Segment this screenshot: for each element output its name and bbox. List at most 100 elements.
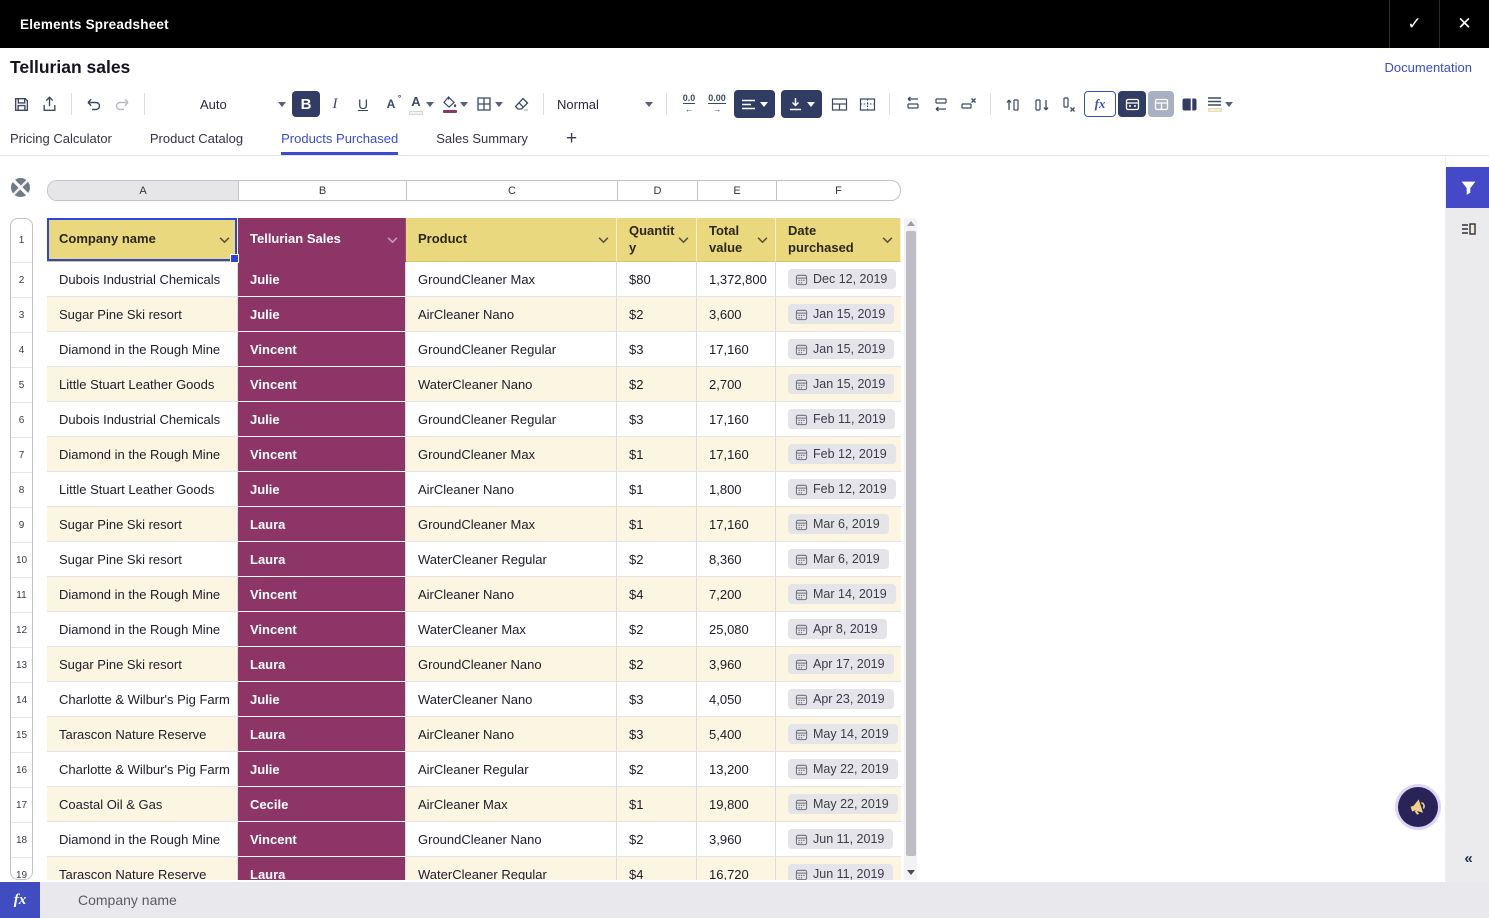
cell-date-purchased[interactable]: Feb 11, 2019 <box>776 402 901 437</box>
panel-toggle-button[interactable] <box>1446 208 1489 250</box>
cell-date-purchased[interactable]: May 22, 2019 <box>776 752 901 787</box>
cell-product[interactable]: GroundCleaner Max <box>406 262 617 297</box>
tab-sales-summary[interactable]: Sales Summary <box>436 122 528 155</box>
cell-quantity[interactable]: $2 <box>617 822 697 857</box>
save-button[interactable] <box>8 91 34 117</box>
date-pill[interactable]: Mar 14, 2019 <box>788 584 896 604</box>
documentation-link[interactable]: Documentation <box>1385 60 1472 75</box>
cell-sales-rep[interactable]: Laura <box>238 647 406 682</box>
row-header[interactable]: 14 <box>11 683 32 718</box>
cell-date-purchased[interactable]: Mar 14, 2019 <box>776 577 901 612</box>
cell-sales-rep[interactable]: Vincent <box>238 332 406 367</box>
share-button[interactable] <box>36 91 62 117</box>
row-header[interactable]: 1 <box>11 219 32 263</box>
cell-company[interactable]: Diamond in the Rough Mine <box>47 437 238 472</box>
cell-product[interactable]: WaterCleaner Regular <box>406 857 617 880</box>
cell-quantity[interactable]: $2 <box>617 542 697 577</box>
date-pill[interactable]: Jan 15, 2019 <box>788 374 894 394</box>
borders-button[interactable] <box>473 96 506 112</box>
cell-company[interactable]: Sugar Pine Ski resort <box>47 647 238 682</box>
cell-product[interactable]: AirCleaner Nano <box>406 472 617 507</box>
cell-total-value[interactable]: 1,800 <box>697 472 776 507</box>
cell-company[interactable]: Tarascon Nature Reserve <box>47 717 238 752</box>
horizontal-align-button[interactable] <box>734 90 775 118</box>
cell-sales-rep[interactable]: Julie <box>238 402 406 437</box>
cell-date-purchased[interactable]: Feb 12, 2019 <box>776 437 901 472</box>
row-header[interactable]: 16 <box>11 753 32 788</box>
row-header[interactable]: 17 <box>11 788 32 823</box>
row-header[interactable]: 3 <box>11 298 32 333</box>
date-pill[interactable]: May 14, 2019 <box>788 724 898 744</box>
header-cell-product[interactable]: Product <box>406 218 617 262</box>
cell-product[interactable]: GroundCleaner Nano <box>406 822 617 857</box>
cell-date-purchased[interactable]: May 14, 2019 <box>776 717 901 752</box>
bold-button[interactable]: B <box>292 91 320 117</box>
undo-button[interactable] <box>81 91 107 117</box>
date-pill[interactable]: Apr 8, 2019 <box>788 619 887 639</box>
header-row-toggle-button[interactable] <box>1118 91 1146 117</box>
cell-sales-rep[interactable]: Vincent <box>238 577 406 612</box>
cell-company[interactable]: Little Stuart Leather Goods <box>47 472 238 507</box>
cell-sales-rep[interactable]: Julie <box>238 297 406 332</box>
cell-style-select[interactable]: Normal <box>553 97 657 112</box>
date-pill[interactable]: Apr 23, 2019 <box>788 689 894 709</box>
cell-sales-rep[interactable]: Julie <box>238 262 406 297</box>
cell-sales-rep[interactable]: Vincent <box>238 367 406 402</box>
row-header[interactable]: 5 <box>11 368 32 403</box>
cell-quantity[interactable]: $4 <box>617 857 697 880</box>
cell-date-purchased[interactable]: Apr 17, 2019 <box>776 647 901 682</box>
row-header[interactable]: 13 <box>11 648 32 683</box>
cell-company[interactable]: Dubois Industrial Chemicals <box>47 262 238 297</box>
cell-company[interactable]: Sugar Pine Ski resort <box>47 507 238 542</box>
row-header[interactable]: 7 <box>11 438 32 473</box>
cell-company[interactable]: Sugar Pine Ski resort <box>47 297 238 332</box>
cell-product[interactable]: AirCleaner Regular <box>406 752 617 787</box>
cell-product[interactable]: AirCleaner Nano <box>406 297 617 332</box>
cell-date-purchased[interactable]: Feb 12, 2019 <box>776 472 901 507</box>
increase-decimal-button[interactable]: 0.00→ <box>704 91 730 117</box>
column-header-e[interactable]: E <box>698 181 777 200</box>
vertical-align-button[interactable] <box>781 90 822 118</box>
filter-button[interactable] <box>1446 167 1489 208</box>
row-header[interactable]: 19 <box>11 858 32 880</box>
collapse-panel-button[interactable]: « <box>1446 846 1489 870</box>
date-pill[interactable]: Feb 12, 2019 <box>788 479 896 499</box>
cell-product[interactable]: AirCleaner Nano <box>406 717 617 752</box>
cell-date-purchased[interactable]: Dec 12, 2019 <box>776 262 901 297</box>
date-pill[interactable]: Feb 11, 2019 <box>788 409 895 429</box>
cell-company[interactable]: Diamond in the Rough Mine <box>47 612 238 647</box>
cell-quantity[interactable]: $3 <box>617 682 697 717</box>
date-pill[interactable]: May 22, 2019 <box>788 759 898 779</box>
cell-date-purchased[interactable]: Apr 8, 2019 <box>776 612 901 647</box>
cell-company[interactable]: Diamond in the Rough Mine <box>47 577 238 612</box>
cell-date-purchased[interactable]: Jun 11, 2019 <box>776 822 901 857</box>
row-header[interactable]: 6 <box>11 403 32 438</box>
header-cell-date-purchased[interactable]: Date purchased <box>776 218 901 262</box>
cell-sales-rep[interactable]: Julie <box>238 472 406 507</box>
column-header-b[interactable]: B <box>239 181 407 200</box>
cell-quantity[interactable]: $3 <box>617 402 697 437</box>
cell-total-value[interactable]: 2,700 <box>697 367 776 402</box>
date-pill[interactable]: Mar 6, 2019 <box>788 514 889 534</box>
header-column-toggle-button[interactable] <box>1176 91 1202 117</box>
cell-quantity[interactable]: $80 <box>617 262 697 297</box>
fill-color-button[interactable] <box>439 96 471 113</box>
text-color-button[interactable]: A <box>406 94 437 115</box>
row-header[interactable]: 18 <box>11 823 32 858</box>
cell-date-purchased[interactable]: Apr 23, 2019 <box>776 682 901 717</box>
cell-sales-rep[interactable]: Vincent <box>238 612 406 647</box>
row-header[interactable]: 12 <box>11 613 32 648</box>
cell-total-value[interactable]: 3,960 <box>697 822 776 857</box>
column-header-a[interactable]: A <box>48 181 239 200</box>
cell-date-purchased[interactable]: Mar 6, 2019 <box>776 507 901 542</box>
date-pill[interactable]: Jun 11, 2019 <box>788 829 893 849</box>
tab-product-catalog[interactable]: Product Catalog <box>150 122 243 155</box>
column-header-f[interactable]: F <box>777 181 900 200</box>
cell-quantity[interactable]: $3 <box>617 717 697 752</box>
cell-quantity[interactable]: $2 <box>617 297 697 332</box>
cell-total-value[interactable]: 3,600 <box>697 297 776 332</box>
cell-product[interactable]: GroundCleaner Max <box>406 507 617 542</box>
cell-sales-rep[interactable]: Laura <box>238 507 406 542</box>
cell-quantity[interactable]: $2 <box>617 647 697 682</box>
scroll-down-arrow[interactable] <box>907 870 915 875</box>
